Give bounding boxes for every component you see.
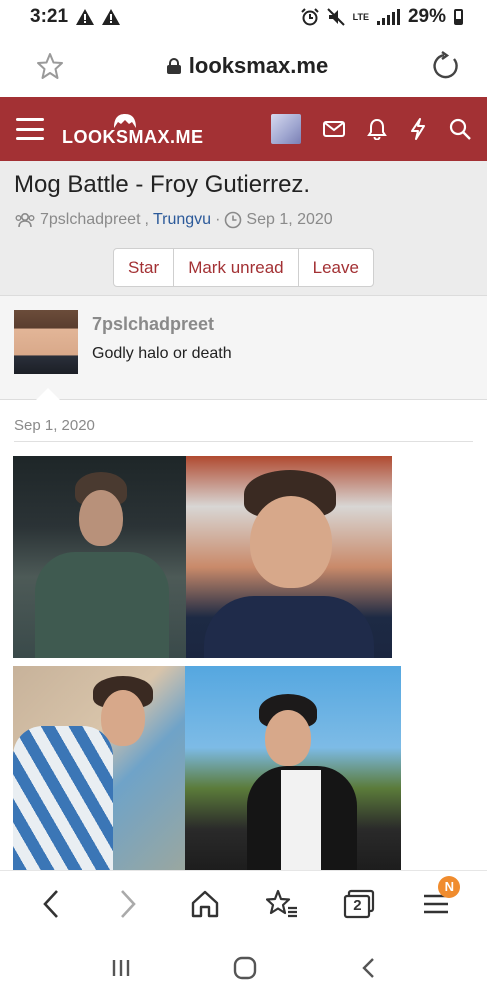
meta-separator: ,	[144, 211, 149, 228]
bookmark-list-icon	[266, 889, 298, 917]
bookmark-star-icon[interactable]	[36, 52, 64, 80]
reload-icon[interactable]	[431, 50, 461, 81]
warning-icon	[76, 9, 95, 25]
home-icon	[191, 890, 219, 917]
star-button[interactable]: Star	[114, 249, 175, 286]
browser-menu-button[interactable]: N	[414, 875, 461, 926]
photo-2[interactable]	[186, 456, 392, 658]
browser-bottom-bar: 2 N	[0, 870, 487, 936]
user-avatar[interactable]	[271, 114, 301, 144]
home-nav-icon[interactable]	[232, 955, 258, 981]
meta-dot: ·	[215, 211, 221, 228]
message-date[interactable]: Sep 1, 2020	[14, 417, 95, 434]
site-header: LOOKSMAX.ME	[0, 97, 487, 161]
tabs-button[interactable]: 2	[337, 882, 381, 926]
photo-3[interactable]	[13, 666, 185, 870]
first-post: 7pslchadpreet Godly halo or death	[0, 296, 487, 400]
bookmarks-button[interactable]	[260, 882, 304, 926]
mail-icon[interactable]	[323, 121, 345, 137]
message-pointer	[36, 388, 60, 400]
lock-icon	[166, 57, 181, 74]
url-field[interactable]: looksmax.me	[166, 52, 329, 79]
signal-icon	[376, 9, 400, 25]
mark-unread-button[interactable]: Mark unread	[174, 249, 299, 286]
photo-4[interactable]	[185, 666, 401, 870]
system-nav-bar	[0, 936, 487, 1000]
forward-button[interactable]	[106, 882, 150, 926]
page-title: Mog Battle - Froy Gutierrez.	[14, 171, 311, 198]
post-username[interactable]: 7pslchadpreet	[92, 314, 214, 335]
bolt-icon[interactable]	[409, 118, 427, 140]
browser-url-bar: looksmax.me	[0, 34, 487, 97]
notification-badge: N	[438, 875, 461, 898]
alarm-icon	[300, 8, 319, 26]
avatar[interactable]	[14, 310, 78, 374]
thread-meta: 7pslchadpreet, Trungvu · Sep 1, 2020	[14, 211, 473, 229]
bell-icon[interactable]	[367, 118, 387, 140]
post-text: Godly halo or death	[92, 345, 232, 362]
back-nav-icon[interactable]	[359, 956, 377, 980]
network-type: LTE	[352, 11, 369, 22]
leave-button[interactable]: Leave	[299, 249, 373, 286]
search-icon[interactable]	[449, 118, 471, 140]
logo-text: LOOKSMAX.ME	[62, 127, 204, 147]
menu-icon[interactable]	[16, 118, 44, 140]
recent-apps-icon[interactable]	[110, 957, 132, 979]
site-logo[interactable]: LOOKSMAX.ME	[62, 104, 203, 154]
last-poster-link[interactable]: Trungvu	[153, 211, 211, 229]
photo-1[interactable]	[13, 456, 186, 658]
battery-percent: 29%	[407, 6, 446, 27]
status-time: 3:21	[30, 6, 69, 27]
thread-date[interactable]: Sep 1, 2020	[246, 211, 332, 229]
battery-icon	[454, 9, 463, 25]
thread-header: Mog Battle - Froy Gutierrez. 7pslchadpre…	[0, 161, 487, 296]
divider	[14, 441, 473, 442]
chevron-left-icon	[42, 889, 58, 918]
url-text: looksmax.me	[188, 52, 329, 78]
home-button[interactable]	[183, 882, 227, 926]
warning-icon	[102, 9, 121, 25]
clock-icon	[224, 211, 242, 229]
users-icon	[14, 212, 36, 228]
status-bar: 3:21 LTE 29%	[0, 0, 487, 34]
thread-starter[interactable]: 7pslchadpreet	[40, 211, 141, 229]
thread-actions: Star Mark unread Leave	[113, 248, 374, 287]
tab-count: 2	[353, 896, 362, 914]
chevron-right-icon	[120, 889, 136, 918]
mute-icon	[326, 8, 345, 26]
back-button[interactable]	[29, 882, 73, 926]
